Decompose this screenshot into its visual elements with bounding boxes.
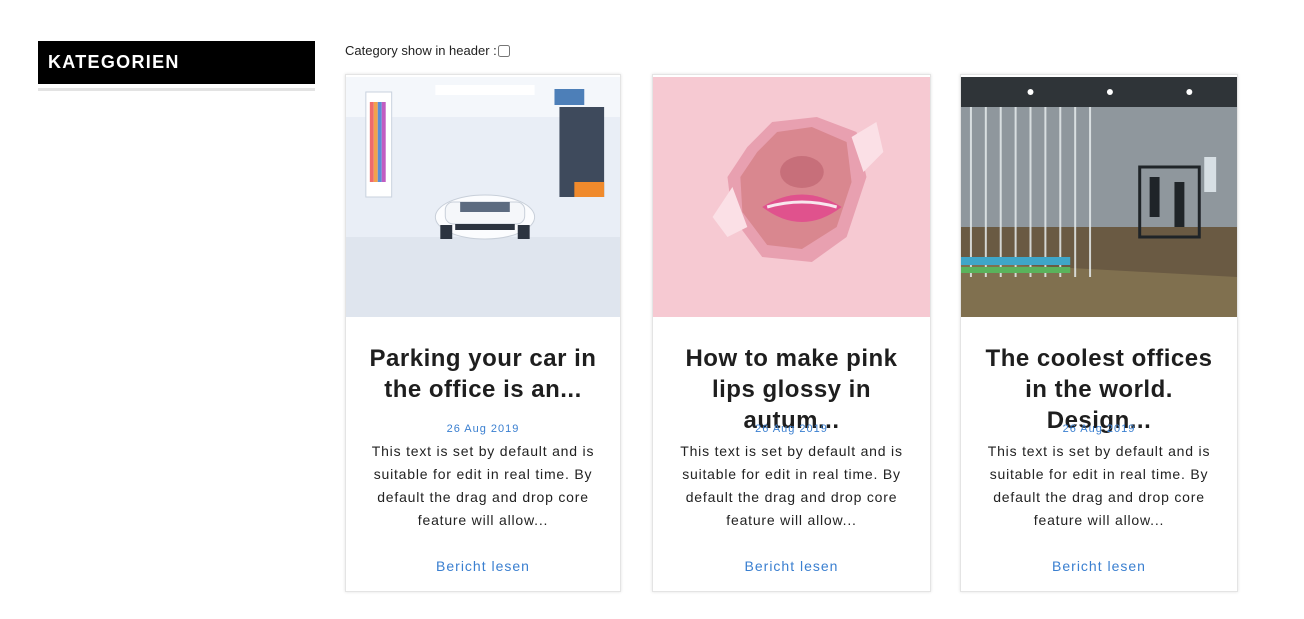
sidebar-title: KATEGORIEN bbox=[38, 41, 315, 84]
read-more-link[interactable]: Bericht lesen bbox=[961, 558, 1237, 574]
category-header-option[interactable]: Category show in header : bbox=[345, 43, 510, 58]
read-more-link[interactable]: Bericht lesen bbox=[653, 558, 930, 574]
post-image-lips[interactable] bbox=[653, 77, 930, 317]
blog-card: How to make pink lips glossy in autum...… bbox=[652, 74, 931, 592]
category-header-checkbox[interactable] bbox=[497, 44, 510, 57]
category-header-label: Category show in header : bbox=[345, 43, 497, 58]
post-image-car[interactable] bbox=[346, 77, 620, 317]
blog-card: The coolest offices in the world. Design… bbox=[960, 74, 1238, 592]
post-title[interactable]: Parking your car in the office is an... bbox=[364, 343, 602, 405]
post-date: 26 Aug 2019 bbox=[1062, 423, 1136, 435]
post-excerpt: This text is set by default and is suita… bbox=[987, 443, 1211, 528]
post-excerpt: This text is set by default and is suita… bbox=[680, 443, 903, 528]
sidebar-divider bbox=[38, 88, 315, 91]
post-date: 26 Aug 2019 bbox=[755, 423, 828, 435]
sidebar: KATEGORIEN bbox=[38, 41, 315, 91]
blog-card: Parking your car in the office is an... … bbox=[345, 74, 621, 592]
read-more-link[interactable]: Bericht lesen bbox=[346, 558, 620, 574]
post-image-office[interactable] bbox=[961, 77, 1237, 317]
post-date: 26 Aug 2019 bbox=[446, 423, 520, 435]
post-excerpt: This text is set by default and is suita… bbox=[371, 443, 595, 528]
